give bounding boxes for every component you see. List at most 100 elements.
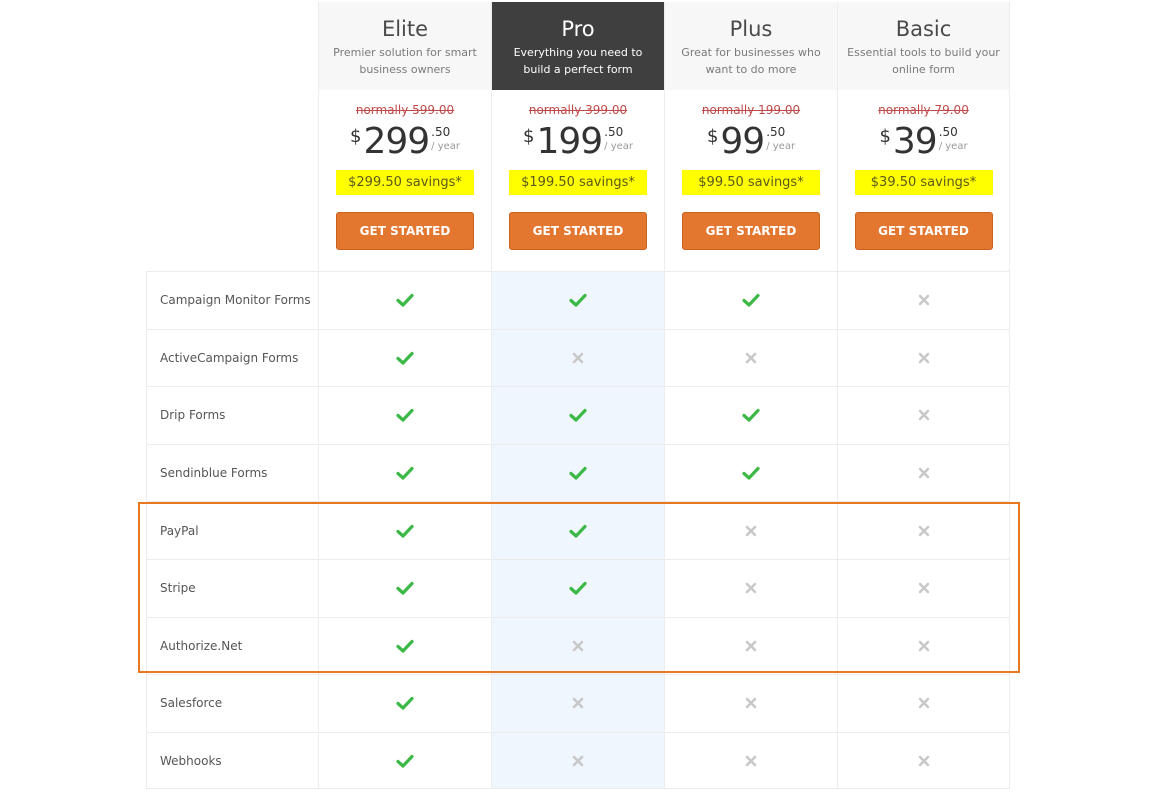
feature-cell-elite	[318, 675, 491, 732]
get-started-button[interactable]: GET STARTED	[336, 212, 474, 250]
get-started-button[interactable]: GET STARTED	[682, 212, 820, 250]
cross-icon	[741, 693, 761, 713]
feature-cell-elite	[318, 329, 491, 387]
plan-name: Basic	[895, 17, 952, 41]
plan-header: Pro Everything you need to build a perfe…	[492, 2, 664, 90]
original-price: normally 79.00	[878, 103, 969, 117]
savings-badge: $39.50 savings*	[854, 170, 993, 195]
plan-pricing: normally 199.00 $ 99 .50 / year $99.50 s…	[665, 90, 837, 271]
savings-badge: $199.50 savings*	[509, 170, 647, 195]
feature-label: Sendinblue Forms	[146, 444, 318, 502]
pricing-plans-header: Elite Premier solution for smart busines…	[318, 2, 1010, 271]
check-icon	[395, 463, 415, 483]
cross-icon	[741, 521, 761, 541]
check-icon	[395, 693, 415, 713]
plan-header: Basic Essential tools to build your onli…	[838, 2, 1009, 90]
plan-description: Great for businesses who want to do more	[681, 46, 821, 76]
billing-period: / year	[604, 141, 634, 152]
price-fraction: .50 / year	[939, 120, 968, 152]
feature-label: Campaign Monitor Forms	[146, 272, 318, 329]
feature-row: Salesforce	[146, 674, 1010, 732]
cross-icon	[914, 751, 934, 771]
feature-cell-basic	[837, 444, 1010, 502]
original-price: normally 599.00	[355, 103, 455, 117]
feature-cell-elite	[318, 617, 491, 675]
price: $ 39 .50 / year	[838, 120, 1009, 164]
feature-label: Stripe	[146, 559, 318, 617]
cross-icon	[568, 751, 588, 771]
feature-cell-elite	[318, 272, 491, 329]
feature-label: Drip Forms	[146, 387, 318, 444]
feature-row: ActiveCampaign Forms	[146, 328, 1010, 387]
feature-row: Campaign Monitor Forms	[146, 271, 1010, 329]
feature-cell-pro	[491, 732, 664, 789]
feature-label: ActiveCampaign Forms	[146, 329, 318, 387]
feature-cell-pro	[491, 559, 664, 617]
plan-name: Plus	[729, 17, 773, 41]
price-whole: 39	[892, 121, 938, 162]
currency-symbol: $	[879, 126, 891, 147]
savings-badge: $299.50 savings*	[336, 170, 474, 195]
feature-row: Stripe	[146, 558, 1010, 617]
feature-label: Salesforce	[146, 675, 318, 732]
feature-cell-plus	[664, 502, 837, 559]
original-price: normally 199.00	[701, 103, 801, 117]
cross-icon	[741, 636, 761, 656]
plan-column-plus: Plus Great for businesses who want to do…	[664, 2, 837, 271]
feature-label: Authorize.Net	[146, 617, 318, 675]
feature-row: Authorize.Net	[146, 616, 1010, 675]
cross-icon	[568, 348, 588, 368]
check-icon	[568, 578, 588, 598]
cross-icon	[741, 348, 761, 368]
check-icon	[395, 521, 415, 541]
cross-icon	[568, 693, 588, 713]
feature-row: Sendinblue Forms	[146, 443, 1010, 502]
feature-cell-basic	[837, 502, 1010, 559]
feature-cell-elite	[318, 732, 491, 789]
plan-name: Pro	[561, 17, 595, 41]
plan-description: Premier solution for smart business owne…	[333, 46, 477, 76]
price-cents: .50	[766, 125, 786, 139]
cross-icon	[914, 636, 934, 656]
feature-cell-plus	[664, 732, 837, 789]
get-started-button[interactable]: GET STARTED	[854, 212, 993, 250]
feature-cell-elite	[318, 502, 491, 559]
feature-row: Webhooks	[146, 731, 1010, 790]
feature-cell-pro	[491, 272, 664, 329]
feature-cell-elite	[318, 444, 491, 502]
price-whole: 199	[536, 121, 603, 162]
plan-description: Everything you need to build a perfect f…	[513, 46, 643, 76]
check-icon	[741, 405, 761, 425]
feature-cell-pro	[491, 675, 664, 732]
feature-cell-basic	[837, 675, 1010, 732]
price-cents: .50	[938, 125, 958, 139]
check-icon	[395, 290, 415, 310]
feature-cell-pro	[491, 387, 664, 444]
cross-icon	[914, 405, 934, 425]
feature-cell-basic	[837, 617, 1010, 675]
feature-cell-plus	[664, 444, 837, 502]
savings-badge: $99.50 savings*	[682, 170, 820, 195]
feature-cell-pro	[491, 502, 664, 559]
plan-column-elite: Elite Premier solution for smart busines…	[318, 2, 491, 271]
currency-symbol: $	[522, 126, 535, 147]
check-icon	[741, 463, 761, 483]
cross-icon	[914, 578, 934, 598]
feature-row: Drip Forms	[146, 386, 1010, 444]
cross-icon	[741, 751, 761, 771]
check-icon	[395, 348, 415, 368]
check-icon	[395, 578, 415, 598]
billing-period: / year	[431, 141, 461, 152]
price: $ 199 .50 / year	[492, 120, 664, 164]
check-icon	[568, 405, 588, 425]
get-started-button[interactable]: GET STARTED	[509, 212, 647, 250]
plan-description: Essential tools to build your online for…	[847, 46, 1000, 76]
price-cents: .50	[431, 125, 451, 139]
feature-cell-elite	[318, 559, 491, 617]
currency-symbol: $	[349, 126, 362, 147]
feature-cell-pro	[491, 617, 664, 675]
feature-cell-basic	[837, 272, 1010, 329]
feature-cell-plus	[664, 559, 837, 617]
billing-period: / year	[766, 141, 796, 152]
cross-icon	[741, 578, 761, 598]
